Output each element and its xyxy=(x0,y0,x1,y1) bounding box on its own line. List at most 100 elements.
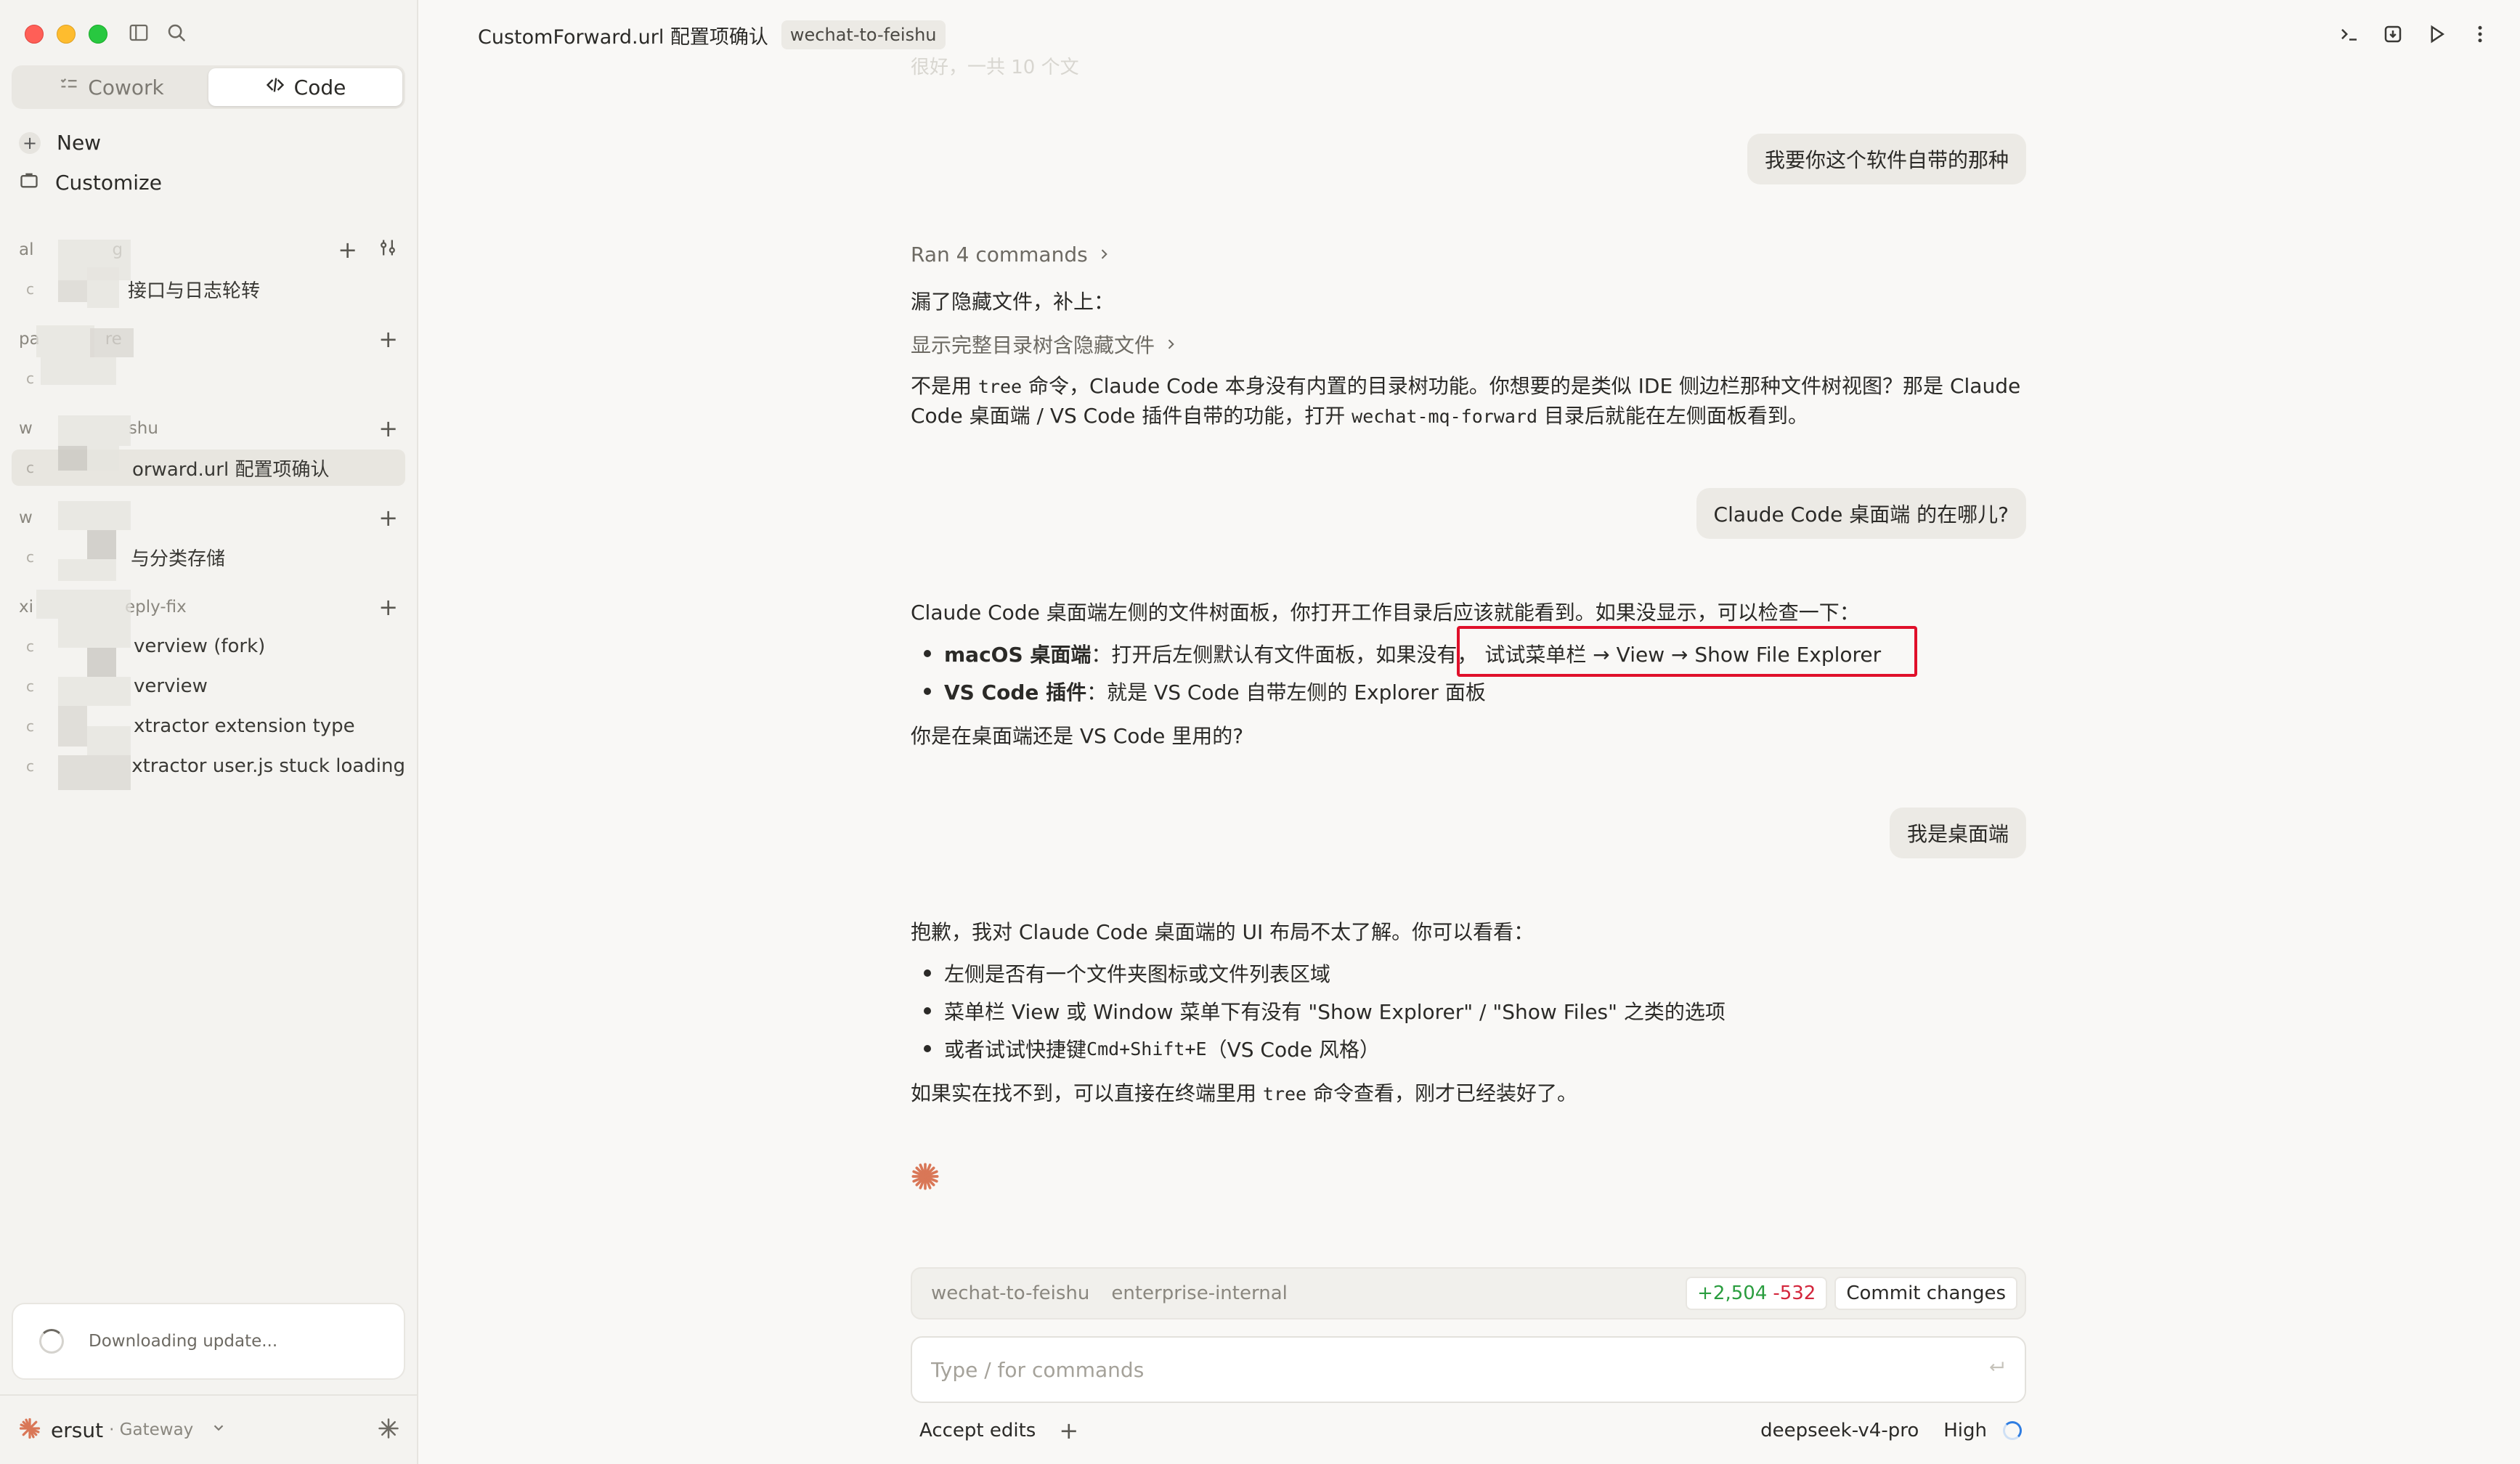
group-name: w xyxy=(19,508,33,527)
update-status: Downloading update... xyxy=(12,1303,405,1380)
model-selector[interactable]: deepseek-v4-pro xyxy=(1760,1420,1919,1441)
add-session-button[interactable]: + xyxy=(378,328,398,351)
inline-code: Cmd+Shift+E xyxy=(1086,1038,1207,1060)
redaction-block xyxy=(87,267,119,308)
group-name: al xyxy=(19,240,34,259)
list-item-text: ：就是 VS Code 自带左侧的 Explorer 面板 xyxy=(1086,680,1486,704)
loading-spinner-icon xyxy=(39,1329,64,1354)
composer-toolbar: Accept edits + deepseek-v4-pro High xyxy=(911,1415,2026,1447)
sparkle-settings-icon[interactable] xyxy=(378,1418,399,1442)
group-name-tail: shu xyxy=(128,419,158,438)
text-run: 命令查看，刚才已经装好了。 xyxy=(1306,1081,1578,1105)
redaction-block xyxy=(58,677,131,706)
ran-commands-toggle[interactable]: Ran 4 commands xyxy=(911,243,1111,267)
maximize-window-button[interactable] xyxy=(89,25,107,44)
list-item-text: 菜单栏 View 或 Window 菜单下有没有 "Show Explorer"… xyxy=(944,1000,1726,1024)
repo-name[interactable]: wechat-to-feishu xyxy=(931,1282,1089,1304)
customize-button[interactable]: Customize xyxy=(19,170,162,195)
list-item: 左侧是否有一个文件夹图标或文件列表区域 xyxy=(924,959,1330,988)
context-usage-ring-icon[interactable] xyxy=(2003,1421,2022,1440)
user-message: Claude Code 桌面端 的在哪儿? xyxy=(1696,488,2026,539)
new-label: New xyxy=(57,131,102,155)
redaction-block xyxy=(58,559,116,581)
session-label: verview xyxy=(134,675,208,697)
session-label: verview (fork) xyxy=(134,635,266,657)
commit-changes-button[interactable]: Commit changes xyxy=(1834,1277,2017,1310)
terminal-icon[interactable] xyxy=(2338,23,2360,48)
assistant-text: 漏了隐藏文件，补上： xyxy=(911,290,1115,314)
redaction-block xyxy=(58,280,87,302)
redaction-block xyxy=(87,530,116,559)
chevron-right-icon xyxy=(1163,333,1178,357)
list-item-bold: macOS 桌面端 xyxy=(944,643,1092,667)
redaction-block xyxy=(58,446,87,471)
add-attachment-button[interactable]: + xyxy=(1059,1417,1078,1444)
play-icon[interactable] xyxy=(2426,23,2447,48)
session-label: 接口与日志轮转 xyxy=(128,280,261,302)
text-run: 不是用 xyxy=(911,374,978,398)
checklist-icon xyxy=(59,75,79,100)
redaction-block xyxy=(87,726,131,755)
new-session-button[interactable]: + New xyxy=(19,131,101,155)
redaction-block xyxy=(87,648,116,677)
assistant-text: 你是在桌面端还是 VS Code 里用的? xyxy=(911,724,1244,748)
effort-selector[interactable]: High xyxy=(1943,1420,1987,1441)
inline-code: wechat-mq-forward xyxy=(1352,406,1538,427)
ran-commands-label: Ran 4 commands xyxy=(911,243,1088,267)
sidebar-toggle-icon[interactable] xyxy=(128,22,150,46)
claude-spark-icon xyxy=(19,1418,41,1442)
assistant-text: Claude Code 桌面端左侧的文件树面板，你打开工作目录后应该就能看到。如… xyxy=(911,601,1860,625)
briefcase-icon xyxy=(19,170,39,195)
minimize-window-button[interactable] xyxy=(57,25,76,44)
group-name-tail: eply-fix xyxy=(125,598,187,617)
list-item-text: 左侧是否有一个文件夹图标或文件列表区域 xyxy=(944,962,1331,986)
redaction-block xyxy=(58,415,131,446)
inline-code: tree xyxy=(1262,1083,1307,1105)
tab-cowork[interactable]: Cowork xyxy=(15,68,208,106)
faded-previous-message: 很好，一共 10 个文件。 xyxy=(911,57,1079,77)
session-label: xtractor user.js stuck loading xyxy=(131,755,405,777)
show-tree-label: 显示完整目录树含隐藏文件 xyxy=(911,333,1155,357)
download-box-icon[interactable] xyxy=(2382,23,2404,48)
repo-chip[interactable]: wechat-to-feishu xyxy=(781,20,946,49)
close-window-button[interactable] xyxy=(25,25,44,44)
add-session-button[interactable]: + xyxy=(378,417,398,440)
list-item: VS Code 插件 ：就是 VS Code 自带左侧的 Explorer 面板 xyxy=(924,677,1486,706)
tab-cowork-label: Cowork xyxy=(88,75,164,99)
tab-code[interactable]: Code xyxy=(208,68,402,106)
more-vertical-icon[interactable] xyxy=(2469,23,2491,48)
session-label: 与分类存储 xyxy=(131,548,226,570)
composer xyxy=(911,1336,2026,1403)
list-item-text: （VS Code 风格） xyxy=(1206,1038,1381,1062)
sidebar: Cowork Code + New Customize alg + c接口与日志… xyxy=(0,0,418,1464)
text-run: 目录后就能在左侧面板看到。 xyxy=(1537,404,1808,428)
filter-icon[interactable] xyxy=(357,237,398,262)
message-input[interactable] xyxy=(931,1357,1987,1382)
redaction-block xyxy=(87,446,119,471)
chevron-down-icon[interactable] xyxy=(211,1420,227,1440)
add-session-button[interactable]: + xyxy=(378,595,398,619)
add-session-button[interactable]: + xyxy=(378,506,398,529)
add-session-button[interactable]: + xyxy=(338,238,357,261)
list-item-bold: VS Code 插件 xyxy=(944,680,1087,704)
enter-icon[interactable] xyxy=(1987,1358,2006,1382)
additions-count: +2,504 xyxy=(1697,1282,1768,1304)
show-tree-toggle[interactable]: 显示完整目录树含隐藏文件 xyxy=(911,330,1178,359)
window-controls xyxy=(25,25,107,44)
customize-label: Customize xyxy=(55,171,162,195)
redaction-block xyxy=(58,501,131,530)
deletions-count: -532 xyxy=(1773,1282,1816,1304)
redaction-block xyxy=(58,619,131,648)
user-menu[interactable]: ersut · Gateway xyxy=(0,1394,418,1464)
search-icon[interactable] xyxy=(166,22,187,46)
diff-stats[interactable]: +2,504 -532 xyxy=(1686,1277,1828,1310)
assistant-text: 抱歉，我对 Claude Code 桌面端的 UI 布局不太了解。你可以看看： xyxy=(911,920,1535,944)
redaction-block xyxy=(58,755,131,790)
mode-toggle: Cowork Code xyxy=(12,65,405,109)
user-message: 我要你这个软件自带的那种 xyxy=(1747,134,2026,184)
text-run: 如果实在找不到，可以直接在终端里用 xyxy=(911,1081,1263,1105)
branch-name[interactable]: enterprise-internal xyxy=(1111,1282,1287,1304)
user-name: ersut xyxy=(51,1418,104,1442)
accept-edits-toggle[interactable]: Accept edits xyxy=(919,1420,1036,1441)
page-title: CustomForward.url 配置项确认 xyxy=(478,25,768,49)
